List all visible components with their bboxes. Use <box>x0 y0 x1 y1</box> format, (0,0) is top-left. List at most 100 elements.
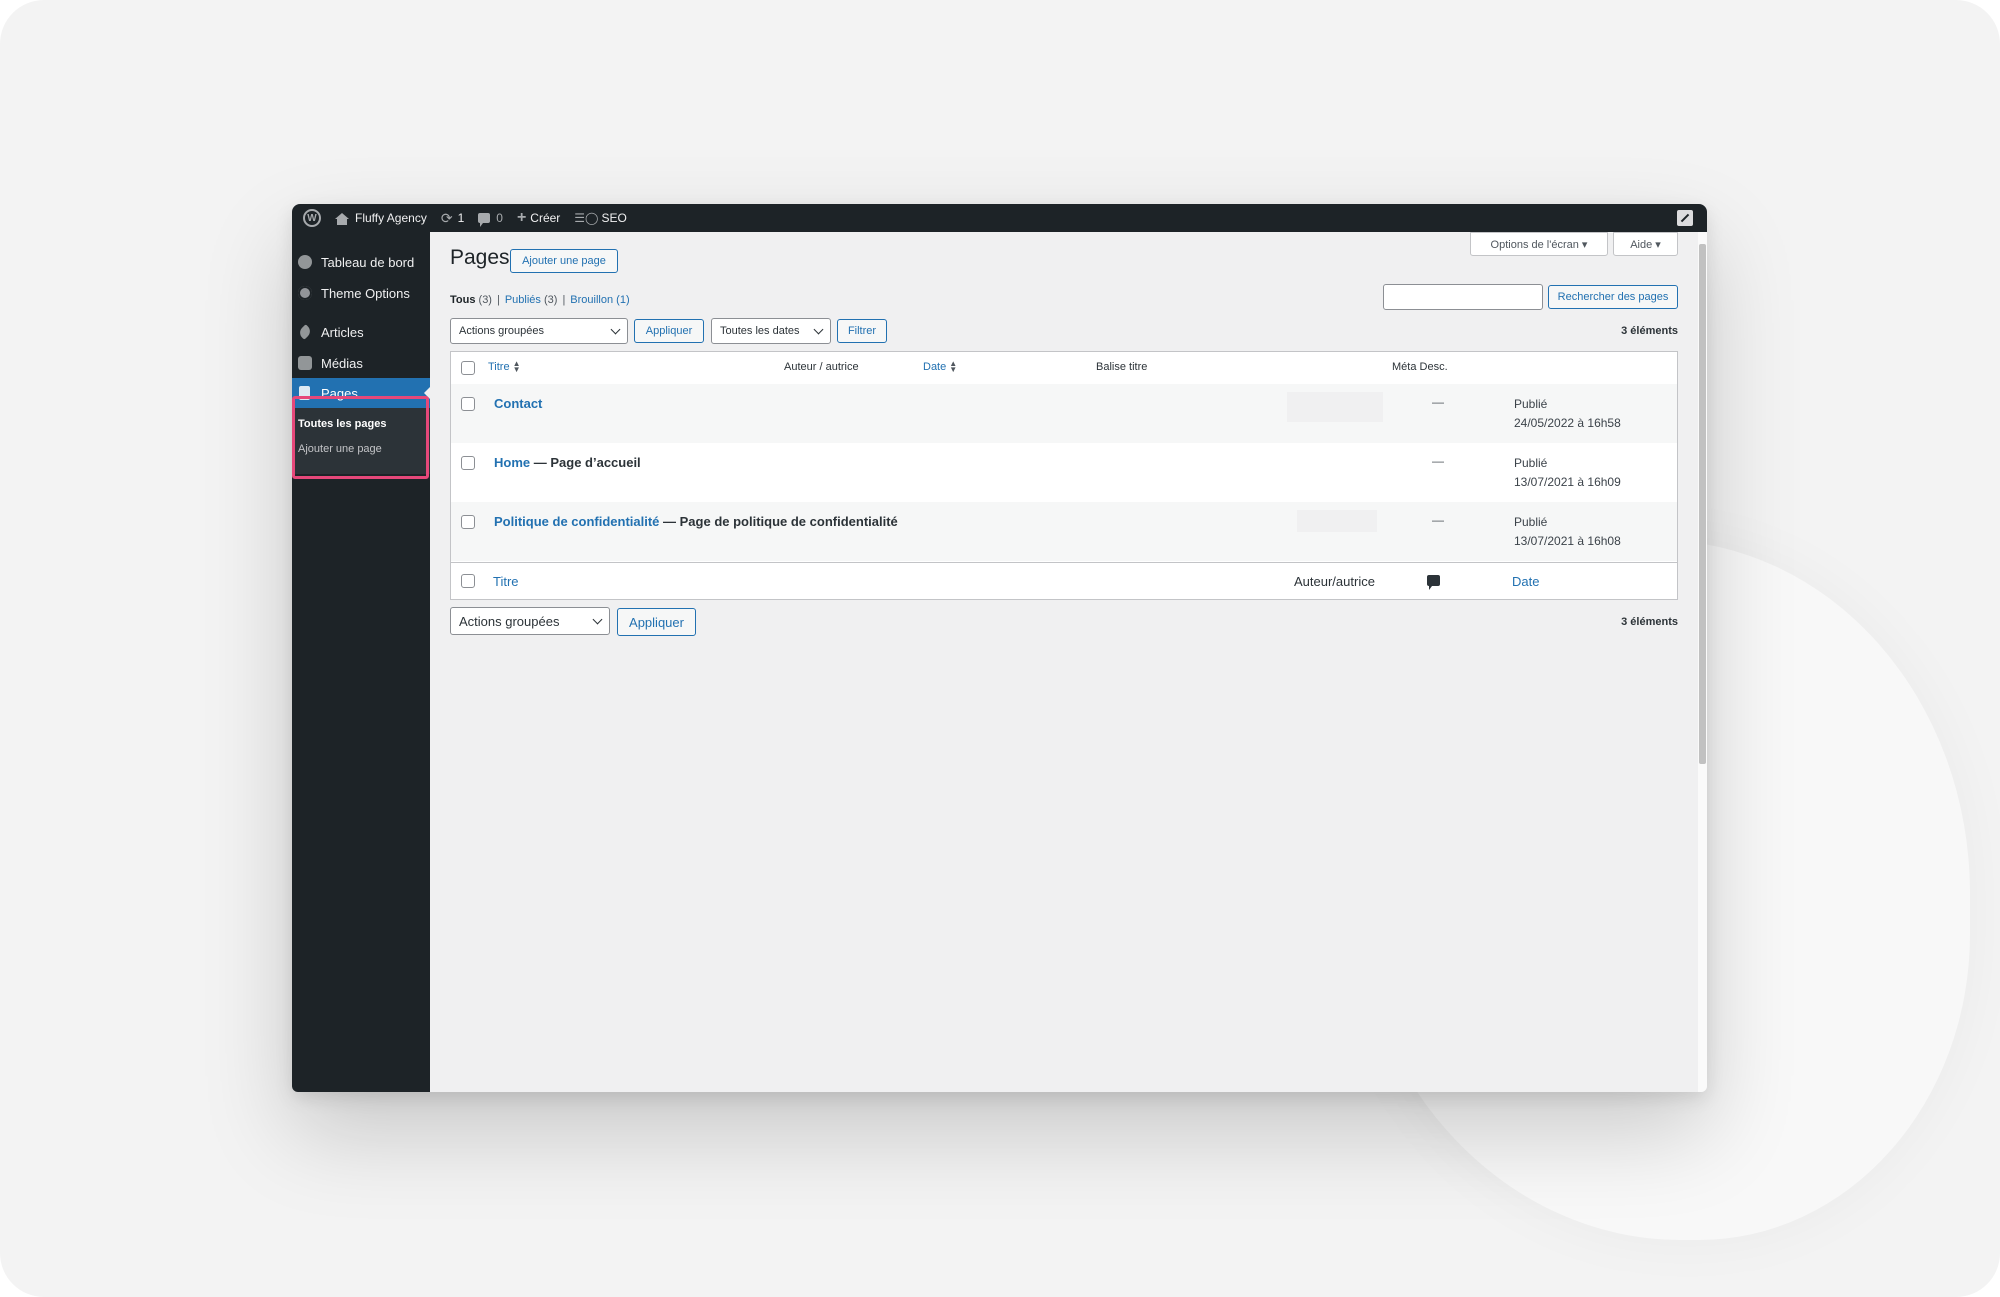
updates-icon: ⟳ <box>440 209 453 226</box>
apply-button-top[interactable]: Appliquer <box>634 319 704 343</box>
window-scrollbar[interactable] <box>1698 232 1707 1092</box>
column-author-header: Auteur / autrice <box>784 361 859 373</box>
placeholder-block <box>1287 392 1383 422</box>
site-name-link[interactable]: Fluffy Agency <box>328 204 434 232</box>
status-filter-links: Tous (3) | Publiés (3) | Brouillon (1) <box>450 294 630 306</box>
user-avatar[interactable] <box>1677 210 1693 226</box>
sort-icon: ▲ ▼ <box>949 359 958 375</box>
menu-label: Médias <box>321 355 363 371</box>
menu-label: Tableau de bord <box>321 254 415 270</box>
chevron-down-icon <box>592 614 603 625</box>
select-all-checkbox-footer[interactable] <box>461 574 475 588</box>
row-date: Publié 13/07/2021 à 16h08 <box>1514 513 1621 551</box>
page-title: Pages <box>450 246 510 269</box>
items-count-top: 3 éléments <box>1621 325 1678 337</box>
items-count-bottom: 3 éléments <box>1621 616 1678 628</box>
gear-icon <box>298 286 312 300</box>
sort-icon: ▲ ▼ <box>512 359 521 375</box>
column-date-header[interactable]: Date ▲ ▼ <box>923 359 958 375</box>
filter-draft-label: Brouillon <box>570 294 614 306</box>
row-title: Home — Page d’accueil <box>494 455 641 470</box>
add-page-button[interactable]: Ajouter une page <box>510 249 618 273</box>
filter-published-count: (3) <box>543 294 558 306</box>
filter-all-count: (3) <box>478 294 492 306</box>
create-menu[interactable]: + Créer <box>510 204 567 232</box>
seo-menu[interactable]: ☰◯ SEO <box>567 204 634 232</box>
search-pages-button[interactable]: Rechercher des pages <box>1548 285 1678 309</box>
wp-logo-menu[interactable]: W <box>292 204 328 232</box>
menu-label: Theme Options <box>321 285 410 301</box>
row-meta-desc: — <box>1432 513 1444 527</box>
apply-button-bottom[interactable]: Appliquer <box>617 608 696 636</box>
browser-window: W Fluffy Agency ⟳ 1 0 + Créer ☰◯ SEO Tab… <box>292 204 1707 1092</box>
row-title-link[interactable]: Politique de confidentialité <box>494 514 659 529</box>
row-checkbox[interactable] <box>461 397 475 411</box>
menu-item-articles[interactable]: Articles <box>292 317 430 347</box>
home-icon <box>335 213 349 225</box>
menu-item-dashboard[interactable]: Tableau de bord <box>292 247 430 277</box>
row-checkbox[interactable] <box>461 515 475 529</box>
row-title-link[interactable]: Home <box>494 455 530 470</box>
seo-label: SEO <box>601 211 627 225</box>
filter-draft[interactable]: Brouillon (1) <box>570 294 629 306</box>
filter-published[interactable]: Publiés (3) <box>505 294 558 306</box>
table-footer: Titre Auteur/autrice Date <box>451 562 1677 600</box>
chevron-down-icon <box>813 324 824 335</box>
row-datetime: 13/07/2021 à 16h09 <box>1514 475 1621 489</box>
dashboard-icon <box>298 255 312 269</box>
bulk-actions-select-bottom[interactable]: Actions groupées <box>450 607 610 635</box>
row-title-suffix: — Page de politique de confidentialité <box>659 514 898 529</box>
row-datetime: 24/05/2022 à 16h58 <box>1514 416 1621 430</box>
column-meta-desc-header: Méta Desc. <box>1392 361 1448 373</box>
row-datetime: 13/07/2021 à 16h08 <box>1514 534 1621 548</box>
row-meta-desc: — <box>1432 454 1444 468</box>
highlight-box <box>292 396 429 479</box>
filter-all-label: Tous <box>450 294 476 306</box>
menu-label: Articles <box>321 324 364 340</box>
row-meta-desc: — <box>1432 395 1444 409</box>
search-input[interactable] <box>1383 284 1543 310</box>
column-date-label: Date <box>923 361 947 373</box>
main-content: Pages Ajouter une page Options de l'écra… <box>430 232 1707 1092</box>
scrollbar-thumb[interactable] <box>1699 244 1706 764</box>
help-button[interactable]: Aide ▾ <box>1613 232 1678 256</box>
pages-table: Titre ▲ ▼ Auteur / autrice Date ▲ ▼ Balise t… <box>450 351 1678 600</box>
footer-title-link[interactable]: Titre <box>493 574 519 589</box>
wordpress-logo-icon: W <box>303 209 321 227</box>
bulk-actions-select-top[interactable]: Actions groupées <box>450 318 628 344</box>
updates-link[interactable]: ⟳ 1 <box>434 204 471 232</box>
footer-date-link[interactable]: Date <box>1512 574 1539 589</box>
select-all-checkbox[interactable] <box>461 361 475 375</box>
screen-options-button[interactable]: Options de l'écran ▾ <box>1470 232 1608 256</box>
row-checkbox[interactable] <box>461 456 475 470</box>
pin-icon <box>297 324 313 340</box>
column-title-header[interactable]: Titre ▲ ▼ <box>488 359 521 375</box>
media-icon <box>298 356 312 370</box>
comments-link[interactable]: 0 <box>471 204 510 232</box>
dates-select[interactable]: Toutes les dates <box>711 318 831 344</box>
menu-item-media[interactable]: Médias <box>292 348 430 378</box>
column-title-label: Titre <box>488 361 510 373</box>
table-row: Contact — Publié 24/05/2022 à 16h58 <box>451 384 1677 443</box>
filter-all[interactable]: Tous (3) <box>450 294 492 306</box>
separator: | <box>496 294 500 306</box>
row-title-suffix: — Page d’accueil <box>530 455 641 470</box>
site-name: Fluffy Agency <box>355 211 427 225</box>
row-title-link[interactable]: Contact <box>494 396 542 411</box>
column-seo-title-header: Balise titre <box>1096 361 1148 373</box>
separator: | <box>562 294 566 306</box>
table-header: Titre ▲ ▼ Auteur / autrice Date ▲ ▼ Balise t… <box>451 352 1677 385</box>
row-status: Publié <box>1514 397 1548 411</box>
admin-bar: W Fluffy Agency ⟳ 1 0 + Créer ☰◯ SEO <box>292 204 1707 232</box>
comment-icon <box>1427 575 1440 590</box>
filter-published-label: Publiés <box>504 294 541 306</box>
background-stage: W Fluffy Agency ⟳ 1 0 + Créer ☰◯ SEO Tab… <box>0 0 2000 1297</box>
row-date: Publié 24/05/2022 à 16h58 <box>1514 395 1621 433</box>
admin-sidebar: Tableau de bord Theme Options Articles M… <box>292 232 430 1092</box>
bulk-actions-value: Actions groupées <box>459 613 560 629</box>
table-row: Home — Page d’accueil — Publié 13/07/202… <box>451 443 1677 502</box>
filter-button[interactable]: Filtrer <box>837 319 887 343</box>
row-title: Politique de confidentialité — Page de p… <box>494 514 898 529</box>
row-title: Contact <box>494 396 542 411</box>
menu-item-theme-options[interactable]: Theme Options <box>292 278 430 308</box>
